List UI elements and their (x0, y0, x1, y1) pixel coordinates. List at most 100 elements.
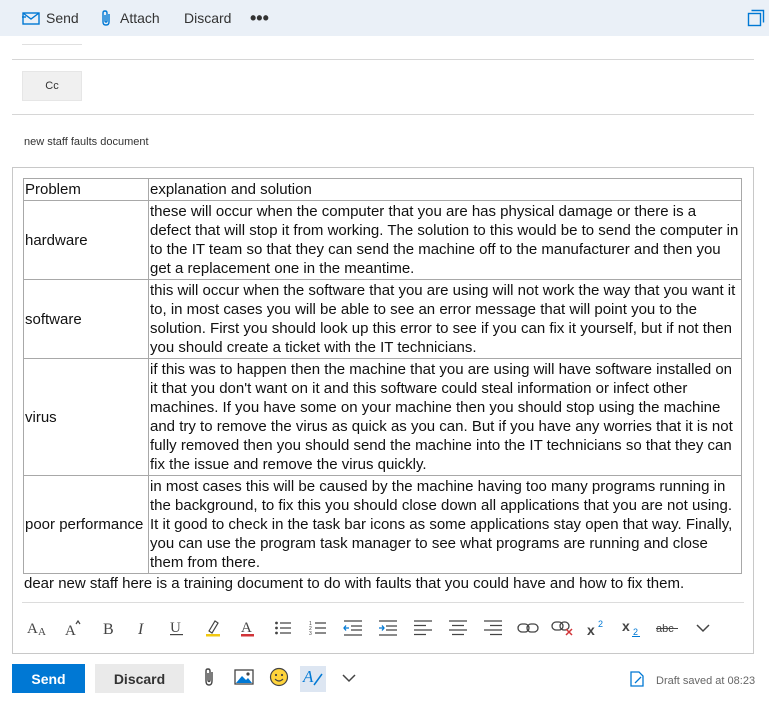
svg-text:2: 2 (598, 619, 603, 629)
toolbar-discard-button[interactable]: Discard (184, 0, 231, 36)
font-size-button[interactable]: AA (26, 616, 50, 640)
draft-icon (630, 671, 644, 690)
align-center-button[interactable] (446, 616, 470, 640)
svg-text:2: 2 (633, 627, 638, 637)
bold-button[interactable]: B (97, 616, 121, 640)
highlight-icon (204, 619, 222, 637)
faults-table: Problem explanation and solution hardwar… (23, 178, 742, 574)
align-right-button[interactable] (481, 616, 505, 640)
svg-text:A: A (38, 626, 46, 637)
problem-cell: poor performance (23, 475, 149, 574)
superscript-button[interactable]: x2 (586, 616, 610, 640)
solution-cell: if this was to happen then the machine t… (148, 358, 742, 476)
svg-text:x: x (587, 622, 595, 637)
paperclip-icon (100, 9, 112, 27)
format-text-button[interactable]: A (300, 666, 326, 692)
to-separator (12, 59, 754, 60)
align-left-icon (413, 620, 433, 636)
bullets-button[interactable] (271, 616, 295, 640)
attach-button[interactable] (196, 666, 222, 692)
subject-field[interactable]: new staff faults document (24, 136, 149, 148)
emoji-icon (269, 667, 289, 692)
header-explanation: explanation and solution (148, 178, 742, 201)
more-options-button[interactable] (336, 666, 362, 692)
svg-text:A: A (302, 667, 314, 686)
remove-link-button[interactable] (551, 616, 575, 640)
draft-status: Draft saved at 08:23 (630, 671, 755, 690)
underline-button[interactable]: U (165, 616, 189, 640)
solution-cell: this will occur when the software that y… (148, 279, 742, 359)
problem-cell: hardware (23, 200, 149, 280)
svg-text:I: I (137, 621, 144, 636)
more-formatting-button[interactable] (691, 616, 715, 640)
toolbar-more-button[interactable]: ••• (250, 0, 269, 36)
command-bar: Send Attach Discard ••• (0, 0, 769, 36)
table-row: virus if this was to happen then the mac… (23, 358, 742, 476)
subscript-button[interactable]: x2 (621, 616, 645, 640)
format-toolbar-divider (22, 602, 744, 603)
italic-button[interactable]: I (131, 616, 155, 640)
font-grow-button[interactable]: A (61, 616, 85, 640)
font-grow-icon: A (64, 619, 82, 637)
svg-text:3: 3 (309, 631, 312, 636)
send-icon (22, 11, 40, 25)
problem-cell: virus (23, 358, 149, 476)
svg-text:A: A (241, 620, 252, 636)
font-color-button[interactable]: A (236, 616, 260, 640)
svg-text:U: U (170, 620, 181, 636)
image-icon (234, 668, 254, 691)
popout-button[interactable] (747, 0, 765, 36)
bullets-icon (274, 620, 292, 636)
outdent-button[interactable] (341, 616, 365, 640)
toolbar-send-button[interactable]: Send (22, 0, 79, 36)
outdent-icon (343, 620, 363, 636)
header-problem: Problem (23, 178, 149, 201)
cc-button[interactable]: Cc (22, 71, 82, 101)
font-size-icon: AA (27, 619, 49, 637)
remove-link-icon (551, 619, 575, 637)
toolbar-attach-label: Attach (120, 10, 160, 26)
numbering-button[interactable]: 123 (306, 616, 330, 640)
align-center-icon (448, 620, 468, 636)
toolbar-send-label: Send (46, 10, 79, 26)
format-text-icon: A (302, 667, 324, 692)
bold-icon: B (102, 620, 116, 636)
indent-icon (378, 620, 398, 636)
solution-cell: in most cases this will be caused by the… (148, 475, 742, 574)
svg-text:A: A (27, 621, 38, 637)
solution-cell: these will occur when the computer that … (148, 200, 742, 280)
highlight-button[interactable] (201, 616, 225, 640)
discard-button[interactable]: Discard (95, 664, 184, 693)
superscript-icon: x2 (587, 619, 609, 637)
table-row: hardware these will occur when the compu… (23, 200, 742, 280)
attach-icon (203, 667, 215, 692)
popout-icon (747, 9, 765, 27)
send-button[interactable]: Send (12, 664, 85, 693)
strikethrough-icon: abc (656, 621, 680, 635)
to-field-underline (22, 44, 82, 45)
draft-status-text: Draft saved at 08:23 (656, 674, 756, 687)
intro-text: dear new staff here is a training docume… (24, 575, 685, 592)
link-icon (517, 621, 539, 635)
subscript-icon: x2 (622, 619, 644, 637)
table-row: software this will occur when the softwa… (23, 279, 742, 359)
numbering-icon: 123 (309, 620, 327, 636)
link-button[interactable] (516, 616, 540, 640)
font-color-icon: A (240, 619, 256, 637)
emoji-button[interactable] (266, 666, 292, 692)
table-row: poor performance in most cases this will… (23, 475, 742, 574)
svg-text:x: x (622, 619, 630, 634)
chevron-down-icon (342, 670, 356, 688)
insert-image-button[interactable] (231, 666, 257, 692)
align-right-icon (483, 620, 503, 636)
problem-cell: software (23, 279, 149, 359)
italic-icon: I (136, 620, 150, 636)
strikethrough-button[interactable]: abc (656, 616, 680, 640)
indent-button[interactable] (376, 616, 400, 640)
svg-text:A: A (65, 623, 76, 637)
svg-text:B: B (103, 621, 114, 636)
underline-icon: U (169, 619, 185, 637)
cc-separator (12, 114, 754, 115)
align-left-button[interactable] (411, 616, 435, 640)
toolbar-attach-button[interactable]: Attach (100, 0, 160, 36)
